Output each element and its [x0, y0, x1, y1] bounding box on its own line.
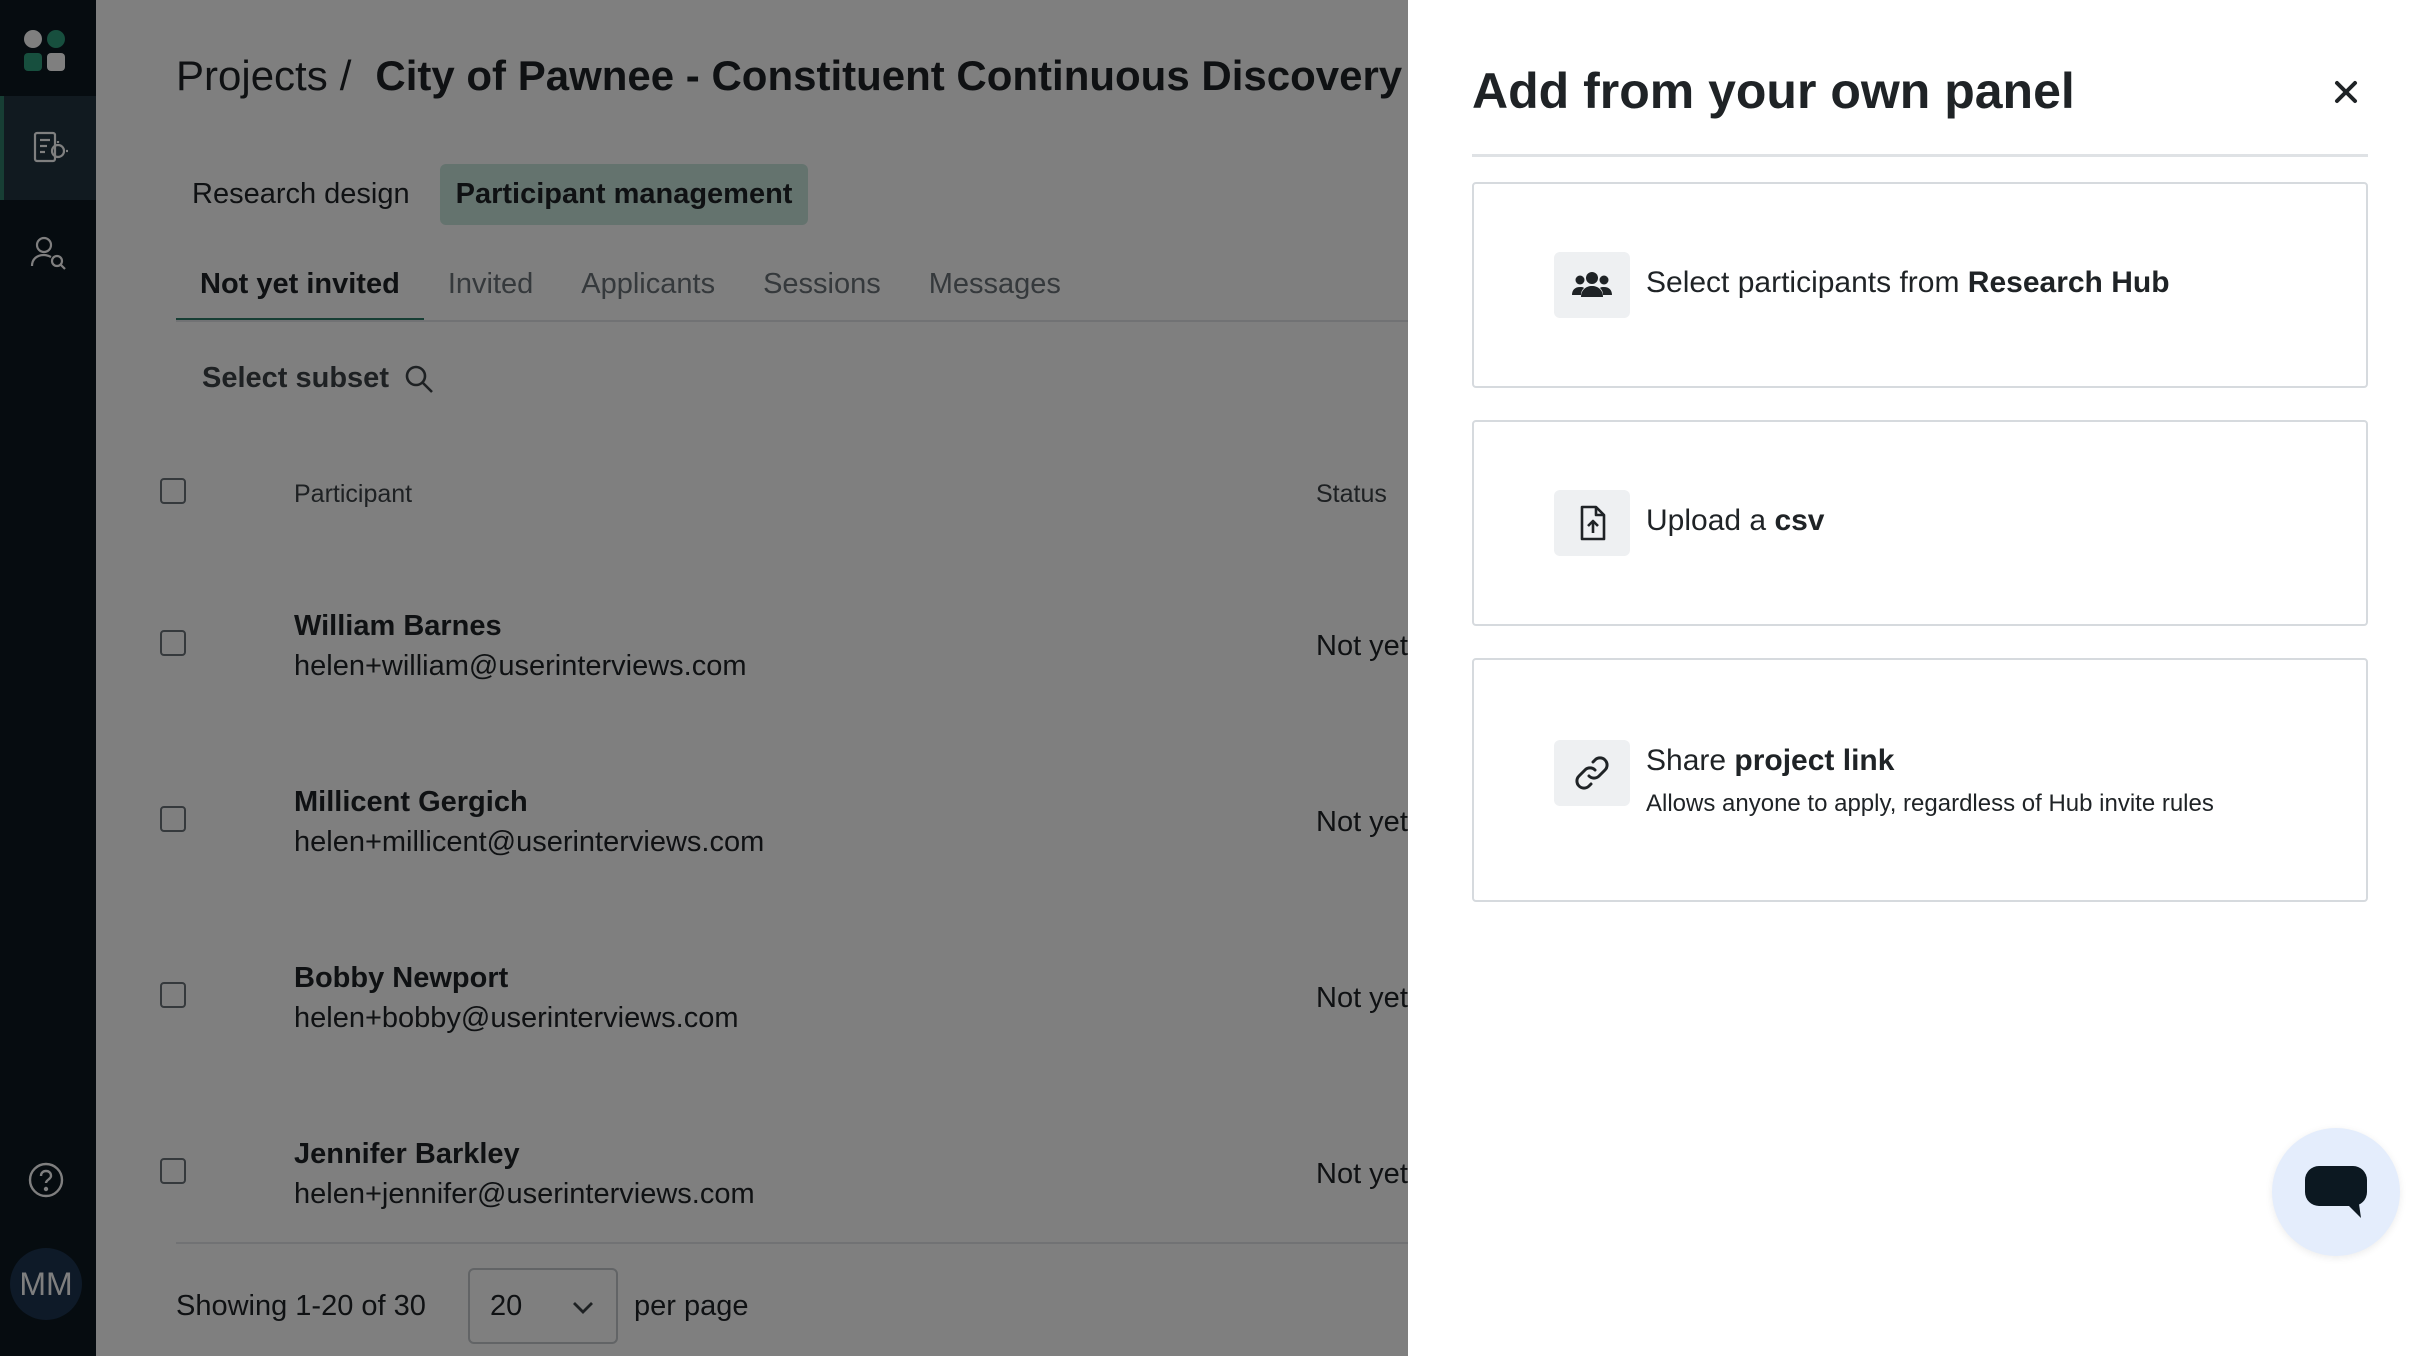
- option-icon-container: [1554, 490, 1630, 556]
- close-icon[interactable]: [2326, 72, 2366, 112]
- option-research-hub[interactable]: Select participants from Research Hub: [1472, 182, 2368, 388]
- chat-launcher-button[interactable]: [2272, 1128, 2400, 1256]
- chat-icon: [2305, 1166, 2367, 1218]
- option-icon-container: [1554, 740, 1630, 806]
- users-icon: [1572, 272, 1612, 297]
- option-upload-csv[interactable]: Upload a csv: [1472, 420, 2368, 626]
- file-upload-icon: [1580, 505, 1606, 541]
- option-share-link-description: Allows anyone to apply, regardless of Hu…: [1646, 790, 2214, 817]
- modal-backdrop[interactable]: [0, 0, 1408, 1356]
- option-research-hub-label: Select participants from Research Hub: [1646, 266, 2170, 299]
- drawer-title: Add from your own panel: [1472, 63, 2075, 119]
- option-upload-csv-label: Upload a csv: [1646, 504, 1825, 537]
- option-icon-container: [1554, 252, 1630, 318]
- drawer-divider: [1472, 154, 2368, 157]
- link-icon: [1575, 756, 1609, 790]
- option-share-link-label: Share project link: [1646, 744, 1895, 777]
- add-panel-drawer: Add from your own panel Select participa…: [1408, 0, 2424, 1356]
- option-share-link[interactable]: Share project link Allows anyone to appl…: [1472, 658, 2368, 902]
